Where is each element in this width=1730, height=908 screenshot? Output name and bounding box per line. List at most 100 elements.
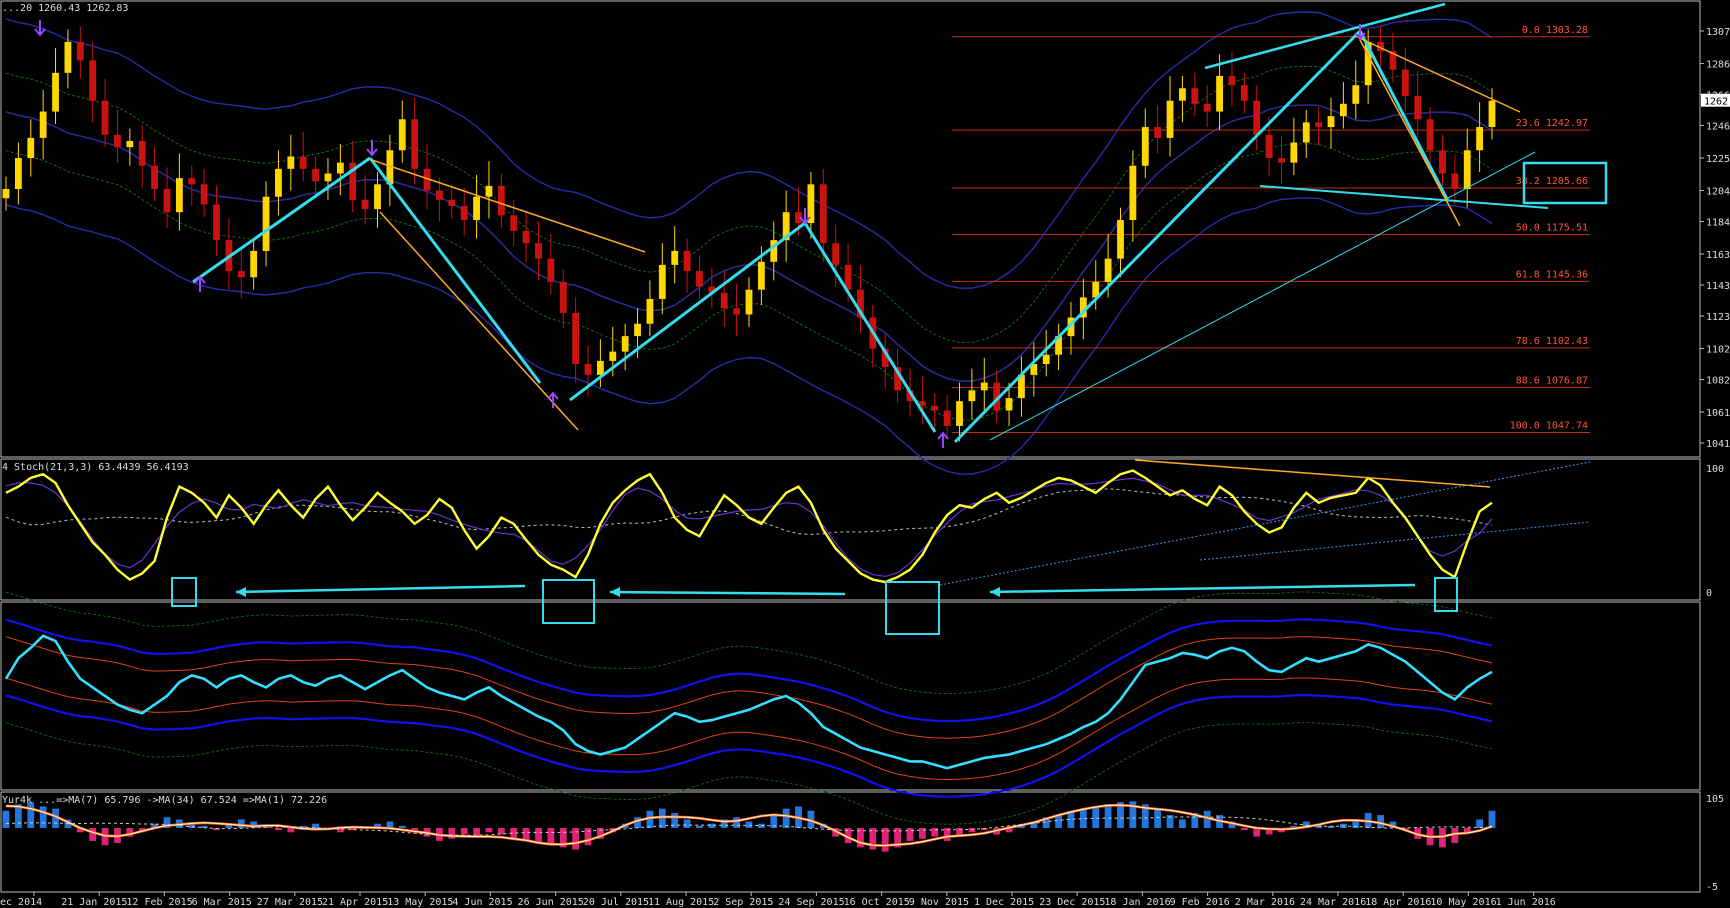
histogram-bar bbox=[782, 808, 790, 828]
candle-body bbox=[1339, 103, 1347, 117]
date-tick-label: 26 Jun 2015 bbox=[518, 897, 584, 908]
wave-line bbox=[803, 222, 937, 433]
candle-body bbox=[138, 140, 146, 166]
candle-body bbox=[1265, 134, 1273, 159]
candle-body bbox=[522, 230, 530, 244]
price-tick-label: 1082 bbox=[1706, 375, 1730, 386]
candle-body bbox=[448, 199, 456, 207]
candle-body bbox=[819, 184, 827, 244]
candle-body bbox=[188, 178, 196, 185]
fib-level-label: 50.0 1175.51 bbox=[1516, 223, 1588, 234]
histogram-bar bbox=[968, 828, 976, 833]
stoch-trend-dotted bbox=[939, 461, 1591, 586]
candle-body bbox=[200, 184, 208, 205]
histogram-bar bbox=[696, 825, 703, 828]
candle-body bbox=[646, 298, 654, 324]
date-tick-label: ec 2014 bbox=[0, 897, 42, 908]
candle-body bbox=[436, 190, 443, 200]
candle-body bbox=[262, 196, 270, 251]
candle-body bbox=[473, 196, 480, 220]
date-tick-label: 24 Mar 2016 bbox=[1300, 897, 1366, 908]
price-tick-label: 1041 bbox=[1706, 439, 1730, 450]
osc-outer-lower bbox=[5, 722, 1493, 825]
histogram-bar bbox=[535, 828, 542, 844]
candle-body bbox=[1104, 258, 1112, 282]
trading-chart[interactable]: 0.0 1303.28 23.6 1242.97 38.2 1205.66 50.0 … bbox=[0, 0, 1730, 908]
candle-body bbox=[485, 185, 493, 197]
histogram-bar bbox=[547, 828, 555, 846]
stoch-trend-dotted bbox=[1199, 521, 1591, 561]
histogram-bar bbox=[2, 810, 10, 828]
candle-body bbox=[1476, 127, 1484, 151]
candle-body bbox=[943, 410, 951, 426]
price-tick-label: 1102 bbox=[1706, 345, 1730, 356]
down-fractal-icon bbox=[34, 20, 46, 37]
candle-body bbox=[572, 312, 580, 365]
candle-body bbox=[1327, 116, 1335, 128]
candle-body bbox=[361, 199, 369, 210]
candle-body bbox=[757, 261, 765, 290]
price-pane[interactable] bbox=[0, 0, 1701, 458]
channel-line bbox=[1259, 185, 1549, 209]
candle-body bbox=[634, 323, 641, 337]
price-tick-label: 1225 bbox=[1706, 154, 1730, 165]
candle-body bbox=[1401, 69, 1409, 97]
histogram-bar bbox=[918, 828, 926, 839]
candle-body bbox=[163, 188, 171, 213]
candle-body bbox=[497, 185, 505, 216]
fib-level-label: 38.2 1205.66 bbox=[1516, 176, 1588, 187]
candle-body bbox=[1451, 173, 1459, 189]
stoch-resistance-line bbox=[1134, 459, 1491, 488]
candle-body bbox=[968, 390, 976, 402]
candle-body bbox=[1216, 75, 1223, 112]
candle-body bbox=[411, 119, 419, 169]
histogram-bar bbox=[1488, 810, 1496, 828]
oscillator-pane[interactable] bbox=[0, 601, 1701, 791]
candle-body bbox=[64, 41, 72, 73]
histogram-bar bbox=[745, 821, 753, 828]
candle-body bbox=[609, 351, 617, 361]
histogram-bar bbox=[1104, 804, 1112, 828]
candle-body bbox=[720, 292, 728, 309]
candle-body bbox=[27, 137, 35, 159]
candle-body bbox=[1228, 75, 1236, 86]
candle-body bbox=[510, 215, 518, 231]
histogram-bar bbox=[708, 823, 716, 828]
histogram-tick-label: -5 bbox=[1706, 882, 1718, 893]
candle-body bbox=[336, 162, 344, 174]
candle-body bbox=[76, 41, 84, 61]
down-fractal-icon bbox=[366, 140, 378, 157]
date-tick-label: 24 Sep 2015 bbox=[778, 897, 844, 908]
date-tick-label: 12 Feb 2015 bbox=[126, 897, 192, 908]
candle-body bbox=[175, 178, 183, 213]
candle-body bbox=[683, 250, 691, 272]
histogram-bar bbox=[1154, 808, 1162, 828]
price-header: ...20 1260.43 1262.83 bbox=[2, 3, 129, 14]
divergence-arrow bbox=[235, 584, 526, 594]
osc-main-line bbox=[4, 634, 1493, 770]
candle-body bbox=[547, 258, 555, 282]
candle-body bbox=[312, 168, 319, 182]
candle-body bbox=[1315, 122, 1323, 128]
date-tick-label: 1 Jun 2016 bbox=[1496, 897, 1556, 908]
histogram-bar bbox=[1179, 819, 1186, 828]
candle-body bbox=[213, 204, 220, 241]
histogram-bar bbox=[460, 828, 468, 835]
candle-body bbox=[1166, 100, 1174, 138]
date-tick-label: 4 Jun 2015 bbox=[452, 897, 512, 908]
candle-body bbox=[2, 188, 10, 199]
histogram-bar bbox=[485, 828, 493, 833]
up-fractal-icon bbox=[937, 431, 949, 448]
candle-body bbox=[658, 264, 666, 299]
current-price-label: 1262 bbox=[1704, 97, 1728, 108]
fib-level-label: 23.6 1242.97 bbox=[1516, 118, 1588, 129]
price-tick-label: 1286 bbox=[1706, 60, 1730, 71]
candle-body bbox=[535, 243, 542, 259]
candle-body bbox=[287, 156, 295, 169]
candle-body bbox=[1117, 219, 1124, 259]
histogram-bar bbox=[1476, 819, 1484, 828]
candle-body bbox=[733, 308, 741, 315]
histogram-bar bbox=[572, 828, 580, 850]
histogram-bar bbox=[39, 806, 47, 828]
date-tick-label: 6 Mar 2015 bbox=[192, 897, 252, 908]
